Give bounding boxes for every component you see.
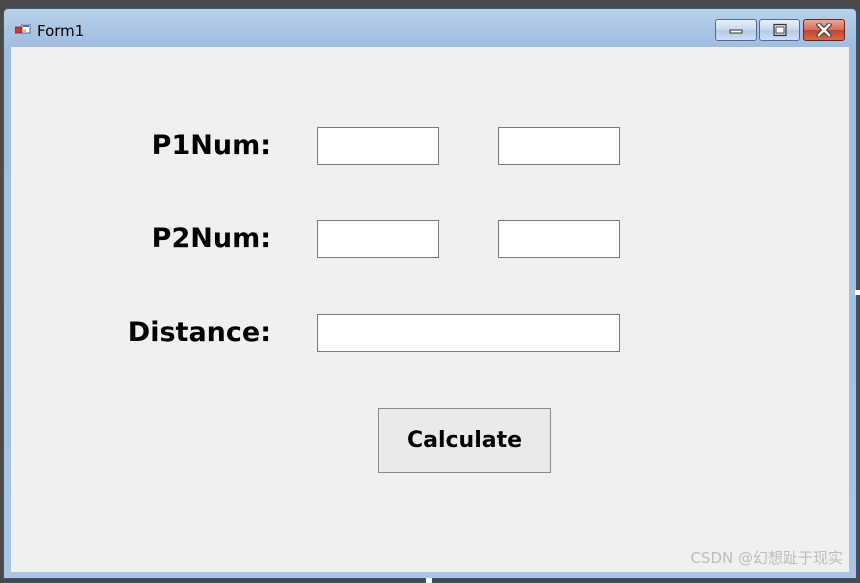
resize-grip-right[interactable] bbox=[855, 290, 860, 295]
maximize-icon bbox=[772, 23, 787, 37]
title-bar[interactable]: Form1 bbox=[4, 9, 856, 47]
minimize-icon bbox=[729, 29, 743, 34]
p2num-label: P2Num: bbox=[151, 223, 271, 254]
p1-x-input[interactable] bbox=[317, 127, 439, 165]
window-title: Form1 bbox=[37, 22, 85, 40]
calculate-button[interactable]: Calculate bbox=[378, 408, 551, 473]
p1-y-input[interactable] bbox=[498, 127, 620, 165]
form-app-icon bbox=[15, 24, 31, 34]
p1num-label: P1Num: bbox=[151, 130, 271, 161]
maximize-button[interactable] bbox=[759, 19, 800, 41]
distance-output[interactable] bbox=[317, 314, 620, 352]
form-client-area: P1Num: P2Num: Distance: Calculate CSDN @… bbox=[11, 47, 849, 572]
resize-grip-bottom[interactable] bbox=[426, 578, 432, 583]
form1-window: Form1 P1Num: P2Num: Distance: Calculate … bbox=[3, 8, 857, 579]
close-icon bbox=[815, 23, 833, 37]
csdn-watermark: CSDN @幻想趾于现实 bbox=[690, 549, 843, 567]
p2-x-input[interactable] bbox=[317, 220, 439, 258]
minimize-button[interactable] bbox=[715, 19, 757, 41]
p2-y-input[interactable] bbox=[498, 220, 620, 258]
distance-label: Distance: bbox=[127, 317, 271, 348]
close-button[interactable] bbox=[803, 19, 845, 41]
